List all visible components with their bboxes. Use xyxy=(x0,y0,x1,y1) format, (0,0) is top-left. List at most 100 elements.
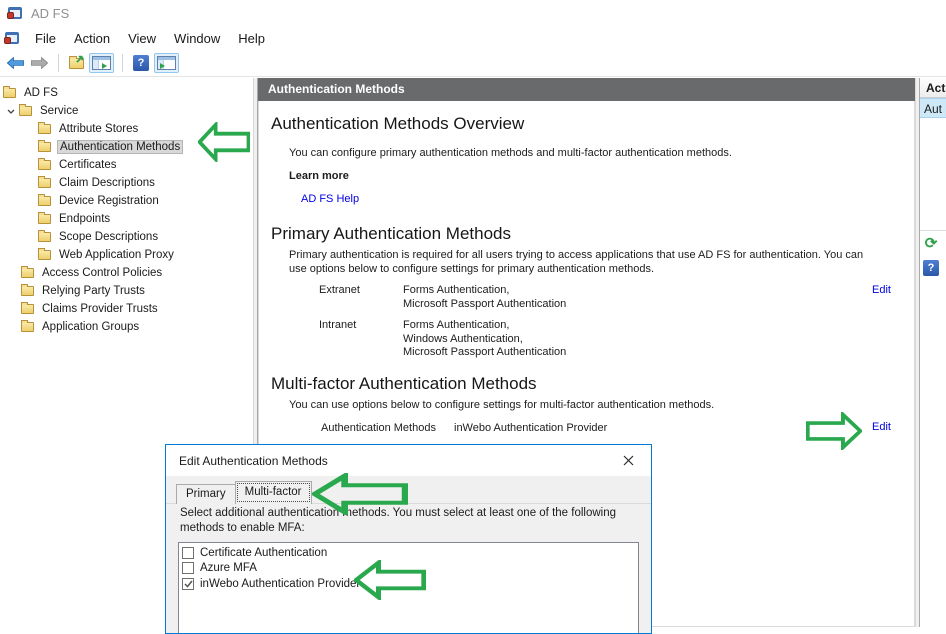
dialog-titlebar: Edit Authentication Methods xyxy=(166,445,651,476)
option-label: Azure MFA xyxy=(200,562,257,574)
tree-item-label: Certificates xyxy=(57,158,119,172)
option-label: Certificate Authentication xyxy=(200,547,327,559)
mfa-methods-listbox: Certificate Authentication Azure MFA inW… xyxy=(178,542,639,634)
folder-icon xyxy=(38,214,51,224)
menu-view[interactable]: View xyxy=(119,28,165,49)
tree-item-attribute-stores[interactable]: Attribute Stores xyxy=(0,120,253,138)
tree-item-label: Scope Descriptions xyxy=(57,230,160,244)
tree-item-endpoints[interactable]: Endpoints xyxy=(0,210,253,228)
tree-item-label: Application Groups xyxy=(40,320,141,334)
adfs-help-link[interactable]: AD FS Help xyxy=(301,193,359,205)
option-certificate-authentication[interactable]: Certificate Authentication xyxy=(182,545,638,561)
edit-authentication-methods-dialog: Edit Authentication Methods Primary Mult… xyxy=(165,444,652,634)
multifactor-heading: Multi-factor Authentication Methods xyxy=(271,374,537,394)
learn-more-label: Learn more xyxy=(289,170,349,184)
help-icon[interactable]: ? xyxy=(923,258,939,276)
close-icon[interactable] xyxy=(606,445,651,476)
extranet-label: Extranet xyxy=(319,284,360,298)
menu-action[interactable]: Action xyxy=(65,28,119,49)
tree-item-service[interactable]: Service xyxy=(0,102,253,120)
method-line: Forms Authentication, xyxy=(403,319,566,333)
tree-item-label: Endpoints xyxy=(57,212,112,226)
checkbox-unchecked-icon[interactable] xyxy=(182,562,194,574)
multifactor-edit-link[interactable]: Edit xyxy=(872,421,891,433)
tree-item-label: Claims Provider Trusts xyxy=(40,302,160,316)
folder-icon xyxy=(21,286,34,296)
forward-icon[interactable] xyxy=(29,54,50,72)
menu-window[interactable]: Window xyxy=(165,28,229,49)
dialog-title: Edit Authentication Methods xyxy=(166,454,606,468)
tree-item-label: AD FS xyxy=(22,86,60,100)
adfs-app-icon xyxy=(7,5,23,21)
window-titlebar: AD FS xyxy=(0,0,946,26)
menu-file[interactable]: File xyxy=(26,28,65,49)
option-label: inWebo Authentication Provider xyxy=(200,578,360,590)
folder-icon xyxy=(38,142,51,152)
tree-item-web-application-proxy[interactable]: Web Application Proxy xyxy=(0,246,253,264)
method-line: Microsoft Passport Authentication xyxy=(403,298,566,312)
method-line: Forms Authentication, xyxy=(403,284,566,298)
primary-edit-link[interactable]: Edit xyxy=(872,284,891,296)
tree-item-ad-fs[interactable]: AD FS xyxy=(0,84,253,102)
folder-icon xyxy=(21,268,34,278)
folder-icon xyxy=(21,322,34,332)
tree-item-label: Authentication Methods xyxy=(57,140,183,154)
tree-item-label: Attribute Stores xyxy=(57,122,140,136)
tree-item-claims-provider-trusts[interactable]: Claims Provider Trusts xyxy=(0,300,253,318)
folder-icon xyxy=(21,304,34,314)
dialog-instruction: Select additional authentication methods… xyxy=(180,506,638,536)
help-icon[interactable]: ? xyxy=(131,53,151,73)
option-inwebo-authentication-provider[interactable]: inWebo Authentication Provider xyxy=(182,576,638,592)
multifactor-row-label: Authentication Methods xyxy=(321,422,436,436)
refresh-icon[interactable]: ⟳ xyxy=(923,236,939,252)
method-line: Windows Authentication, xyxy=(403,333,566,347)
menu-bar: File Action View Window Help xyxy=(0,26,946,50)
primary-heading: Primary Authentication Methods xyxy=(271,224,511,244)
intranet-label: Intranet xyxy=(319,319,356,333)
toolbar-separator xyxy=(58,54,59,72)
tree-item-label: Service xyxy=(38,104,80,118)
folder-icon xyxy=(3,88,16,98)
multifactor-description: You can use options below to configure s… xyxy=(289,399,714,413)
dialog-tabs: Primary Multi-factor xyxy=(176,481,312,504)
extranet-methods: Forms Authentication, Microsoft Passport… xyxy=(403,284,566,311)
window-title: AD FS xyxy=(31,6,69,21)
intranet-methods: Forms Authentication, Windows Authentica… xyxy=(403,319,566,360)
folder-icon xyxy=(19,106,32,116)
method-line: Microsoft Passport Authentication xyxy=(403,346,566,360)
actions-group-authentication-methods[interactable]: Aut xyxy=(920,98,946,118)
toolbar: ? xyxy=(0,50,946,77)
checkbox-checked-icon[interactable] xyxy=(182,578,194,590)
tree-item-label: Access Control Policies xyxy=(40,266,164,280)
option-azure-mfa[interactable]: Azure MFA xyxy=(182,561,638,577)
multifactor-row-value: inWebo Authentication Provider xyxy=(454,422,607,436)
tree-item-application-groups[interactable]: Application Groups xyxy=(0,318,253,336)
tab-primary[interactable]: Primary xyxy=(176,484,235,504)
tree-item-claim-descriptions[interactable]: Claim Descriptions xyxy=(0,174,253,192)
folder-icon xyxy=(38,196,51,206)
menu-help[interactable]: Help xyxy=(229,28,274,49)
tree-item-certificates[interactable]: Certificates xyxy=(0,156,253,174)
actions-pane-title: Act xyxy=(920,78,946,98)
adfs-app-icon xyxy=(4,30,20,46)
folder-icon xyxy=(38,232,51,242)
results-pane-title: Authentication Methods xyxy=(258,78,915,101)
checkbox-unchecked-icon[interactable] xyxy=(182,547,194,559)
show-action-pane-icon[interactable] xyxy=(154,53,179,73)
primary-description: Primary authentication is required for a… xyxy=(289,249,881,276)
folder-icon xyxy=(38,178,51,188)
overview-heading: Authentication Methods Overview xyxy=(271,114,524,134)
tree-item-authentication-methods[interactable]: Authentication Methods xyxy=(0,138,253,156)
overview-description: You can configure primary authentication… xyxy=(289,147,732,161)
chevron-down-icon[interactable] xyxy=(6,109,16,114)
actions-divider xyxy=(920,230,946,231)
export-list-icon[interactable] xyxy=(67,56,86,71)
tree-item-device-registration[interactable]: Device Registration xyxy=(0,192,253,210)
tree-item-relying-party-trusts[interactable]: Relying Party Trusts xyxy=(0,282,253,300)
tree-item-scope-descriptions[interactable]: Scope Descriptions xyxy=(0,228,253,246)
back-icon[interactable] xyxy=(5,54,26,72)
show-console-tree-icon[interactable] xyxy=(89,53,114,73)
tree-item-access-control-policies[interactable]: Access Control Policies xyxy=(0,264,253,282)
tab-multi-factor[interactable]: Multi-factor xyxy=(235,481,312,504)
tree-item-label: Device Registration xyxy=(57,194,161,208)
